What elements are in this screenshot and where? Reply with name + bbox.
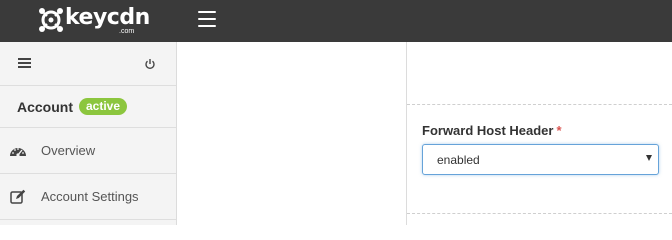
logo-text: keycdn: [65, 5, 150, 30]
divider: [407, 104, 672, 105]
form-panel: Forward Host Header * enabled: [407, 42, 672, 225]
sidebar-item-label: Overview: [41, 143, 96, 158]
divider: [407, 213, 672, 214]
sidebar-hamburger-icon[interactable]: [18, 58, 31, 68]
middle-panel: [177, 42, 407, 225]
power-icon[interactable]: [144, 57, 156, 70]
sidebar-toolbar: [0, 42, 176, 86]
dashboard-icon: [9, 143, 27, 159]
forward-host-header-select[interactable]: enabled: [422, 144, 659, 175]
sidebar-item-label: Account Settings: [41, 189, 139, 204]
dropdown-arrow-icon: [646, 155, 652, 161]
sidebar-item-account-settings[interactable]: Account Settings: [0, 174, 176, 220]
account-header: Account active: [0, 86, 176, 128]
required-mark: *: [556, 123, 562, 138]
sidebar-item-overview[interactable]: Overview: [0, 128, 176, 174]
logo-subtext: .com: [119, 28, 135, 35]
logo-mark-icon: [38, 7, 64, 33]
account-title: Account: [17, 98, 73, 115]
status-badge: active: [79, 98, 128, 115]
hamburger-icon[interactable]: [198, 11, 216, 27]
sidebar: Account active Overview Account Settings: [0, 42, 177, 225]
select-value: enabled: [437, 152, 480, 167]
forward-host-header-label: Forward Host Header *: [422, 123, 562, 138]
edit-icon: [9, 189, 27, 205]
top-bar: keycdn .com: [0, 0, 672, 42]
field-label-text: Forward Host Header: [422, 123, 554, 138]
